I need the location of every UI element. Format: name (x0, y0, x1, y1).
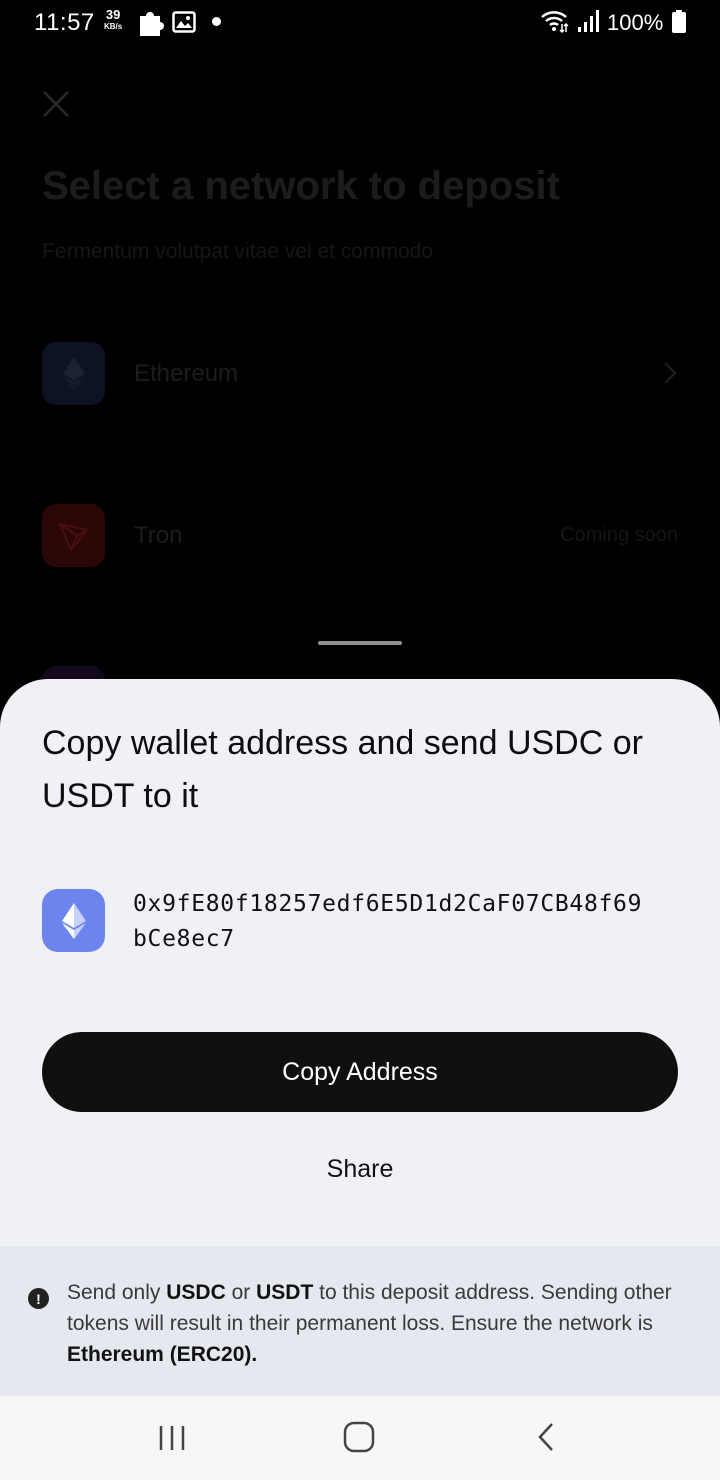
network-speed-value: 39 (105, 7, 121, 22)
warning-text: Send only USDC or USDT to this deposit a… (67, 1277, 687, 1370)
chevron-right-icon (664, 362, 677, 384)
copy-address-button[interactable]: Copy Address (42, 1032, 678, 1112)
network-select-page: Select a network to deposit Fermentum vo… (0, 44, 720, 686)
image-icon (172, 11, 196, 33)
page-title: Select a network to deposit (42, 164, 560, 208)
wallet-address: 0x9fE80f18257edf6E5D1d2CaF07CB48f69bCe8e… (133, 891, 643, 952)
coming-soon-badge: Coming soon (560, 524, 678, 546)
network-speed: 39 KB/s (104, 7, 123, 33)
dot-icon (212, 17, 221, 26)
signal-icon (578, 10, 599, 32)
warning-token-usdc: USDC (166, 1281, 226, 1304)
warning-text-part: or (225, 1281, 257, 1304)
warning-token-usdt: USDT (256, 1281, 314, 1304)
warning-text-part: Send only (67, 1281, 167, 1304)
back-icon[interactable] (534, 1420, 558, 1454)
network-item-ethereum[interactable]: Ethereum (42, 342, 678, 405)
share-button[interactable]: Share (260, 1149, 460, 1189)
wifi-icon (541, 11, 569, 34)
puzzle-icon (140, 12, 164, 36)
close-icon[interactable] (40, 88, 72, 120)
tron-icon (42, 504, 105, 567)
warning-notice: ! Send only USDC or USDT to this deposit… (0, 1246, 720, 1396)
network-speed-unit: KB/s (104, 22, 123, 31)
status-bar: 11:57 39 KB/s 100% (0, 0, 720, 44)
sheet-title: Copy wallet address and send USDC or USD… (42, 724, 643, 815)
network-item-tron[interactable]: Tron Coming soon (42, 504, 678, 567)
ethereum-icon (42, 342, 105, 405)
deposit-bottom-sheet: Copy wallet address and send USDC or USD… (0, 679, 720, 1396)
network-item-label: Tron (134, 522, 183, 549)
battery-icon (672, 10, 686, 33)
home-icon[interactable] (342, 1420, 376, 1454)
recents-icon[interactable] (156, 1422, 188, 1454)
ethereum-icon (42, 889, 105, 952)
network-item-label: Ethereum (134, 360, 239, 387)
status-time: 11:57 (34, 9, 95, 36)
exclamation-icon: ! (28, 1288, 49, 1309)
page-subtitle: Fermentum volutpat vitae vel et commodo (42, 240, 434, 263)
sheet-drag-handle[interactable] (318, 641, 402, 645)
system-nav-bar (0, 1396, 720, 1480)
warning-network-name: Ethereum (ERC20). (67, 1343, 258, 1366)
battery-percent: 100% (607, 10, 664, 35)
